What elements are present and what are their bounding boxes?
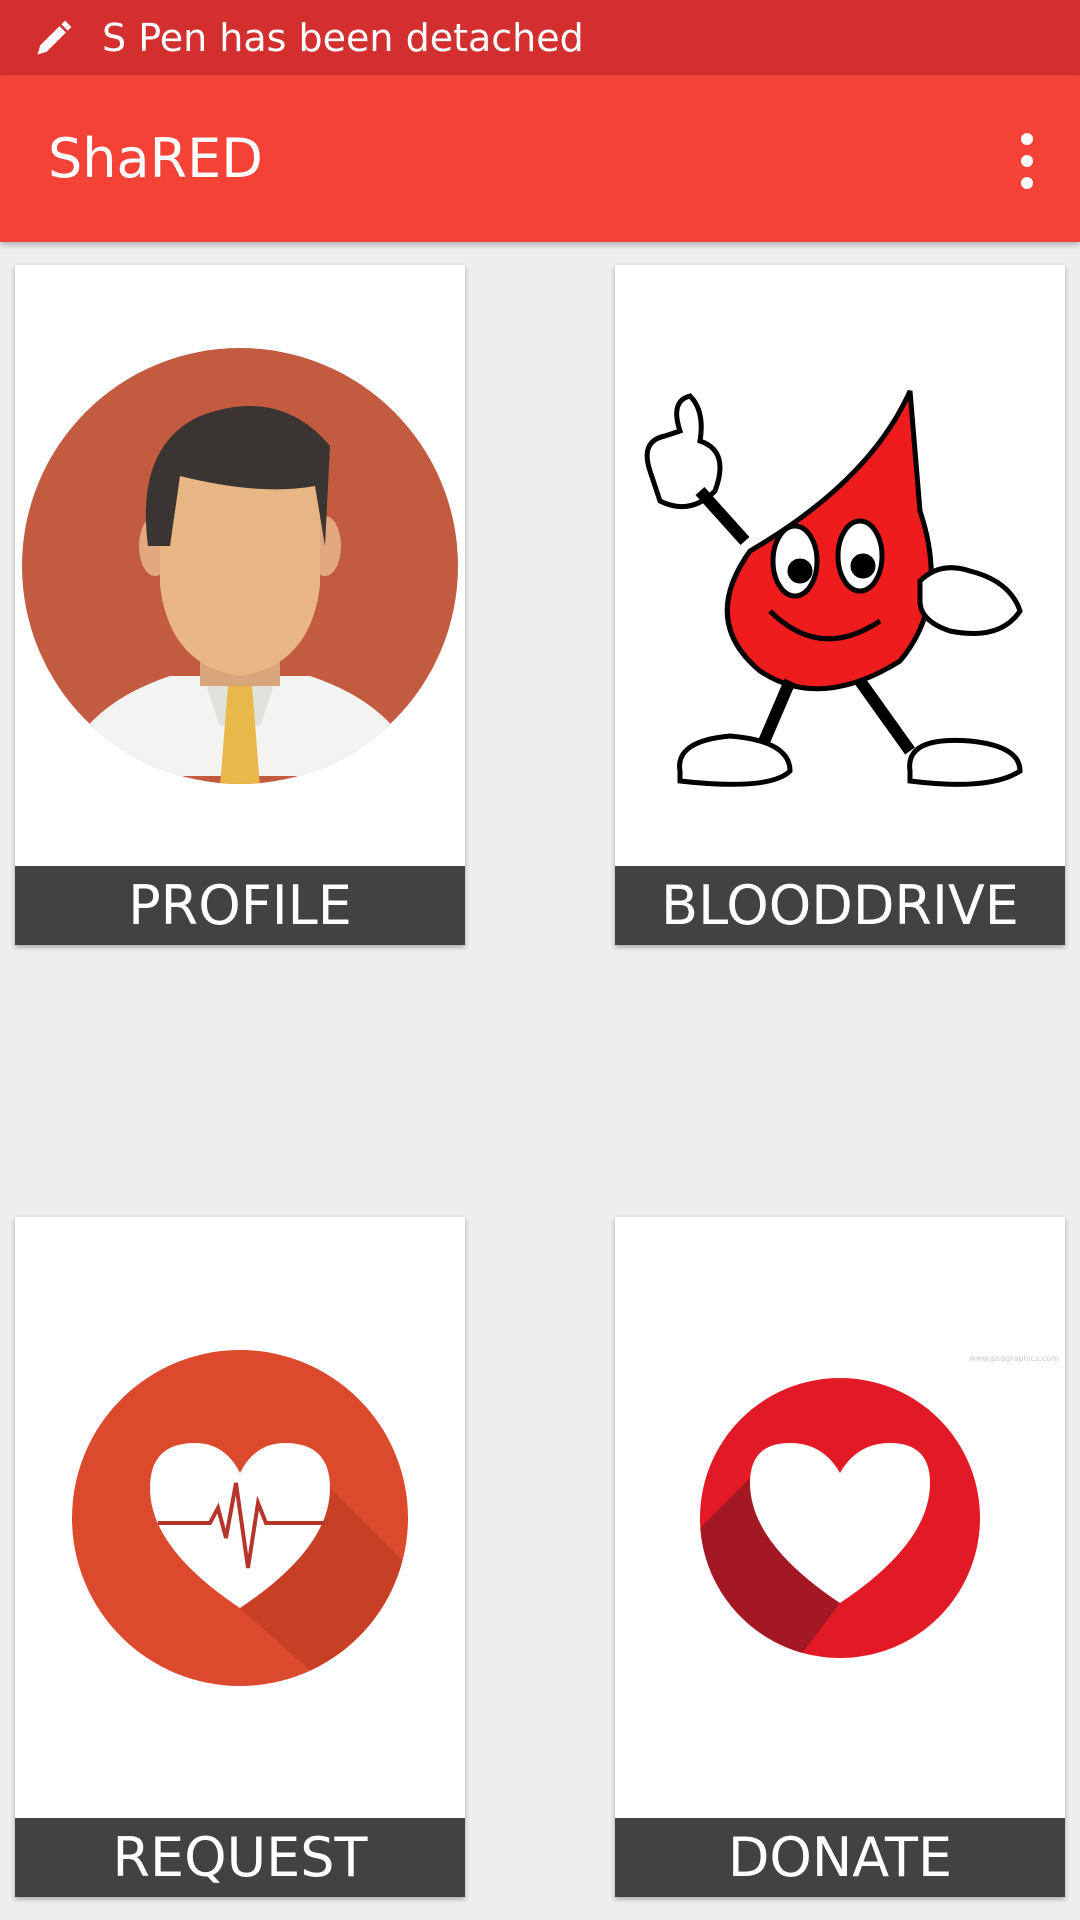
blooddrive-tile[interactable]: BLOODDRIVE: [615, 265, 1065, 945]
more-vert-icon[interactable]: [1012, 133, 1042, 189]
app-bar: ShaRED: [0, 75, 1080, 242]
status-bar: S Pen has been detached: [0, 0, 1080, 75]
blood-drop-mascot-icon: [615, 265, 1065, 866]
profile-tile[interactable]: PROFILE: [15, 265, 465, 945]
request-tile[interactable]: REQUEST: [15, 1217, 465, 1897]
donate-tile[interactable]: www.psdgraphics.com DONATE: [615, 1217, 1065, 1897]
tile-label: REQUEST: [15, 1818, 465, 1897]
profile-avatar-icon: [15, 265, 465, 866]
tile-label: BLOODDRIVE: [615, 866, 1065, 945]
app-title: ShaRED: [48, 127, 263, 190]
notification-text: S Pen has been detached: [102, 15, 584, 60]
heart-icon: [615, 1217, 1065, 1818]
tile-label: DONATE: [615, 1818, 1065, 1897]
heartbeat-heart-icon: [15, 1217, 465, 1818]
watermark: www.psdgraphics.com: [969, 1354, 1059, 1363]
tile-label: PROFILE: [15, 866, 465, 945]
pen-icon: [37, 20, 72, 54]
